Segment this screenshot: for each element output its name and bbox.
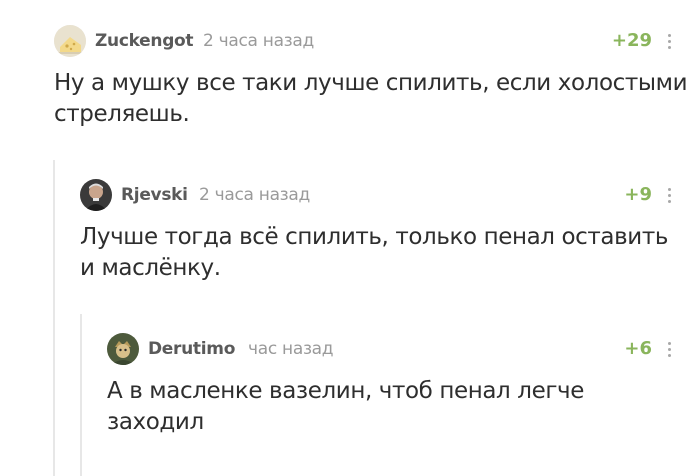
comment-text: Ну а мушку все таки лучше спилить, если … — [54, 70, 688, 127]
username[interactable]: Zuckengot — [95, 31, 194, 51]
comment-header: Derutimo час назад +6 — [107, 330, 674, 366]
comment-time[interactable]: 2 часа назад — [203, 31, 314, 51]
rating: +6 — [624, 338, 652, 359]
comment: Zuckengot 2 часа назад +29 Ну а мушку вс… — [54, 22, 688, 130]
comment-time[interactable]: 2 часа назад — [199, 185, 310, 205]
comment: Derutimo час назад +6 А в масленке вазел… — [107, 330, 674, 438]
comment-text: А в масленке вазелин, чтоб пенал легче з… — [107, 378, 584, 435]
zuckengot-avatar-image — [54, 25, 86, 57]
rjevski-avatar-image — [80, 179, 112, 211]
derutimo-avatar-image — [107, 333, 139, 365]
username[interactable]: Rjevski — [121, 185, 188, 205]
username[interactable]: Derutimo — [148, 339, 235, 359]
more-options-icon[interactable] — [664, 186, 674, 206]
rating: +9 — [624, 184, 652, 205]
rating: +29 — [611, 30, 652, 51]
comment-text: Лучше тогда всё спилить, только пенал ос… — [80, 224, 668, 281]
comment-time[interactable]: час назад — [248, 339, 334, 359]
more-options-icon[interactable] — [664, 340, 674, 360]
avatar[interactable] — [54, 25, 86, 57]
thread-line-level-1[interactable] — [53, 160, 55, 476]
comment: Rjevski 2 часа назад +9 Лучше тогда всё … — [80, 176, 674, 284]
avatar[interactable] — [107, 333, 139, 365]
comment-header: Zuckengot 2 часа назад +29 — [54, 22, 674, 58]
avatar[interactable] — [80, 179, 112, 211]
comment-header: Rjevski 2 часа назад +9 — [80, 176, 674, 212]
thread-line-level-2[interactable] — [80, 314, 82, 476]
more-options-icon[interactable] — [664, 32, 674, 52]
